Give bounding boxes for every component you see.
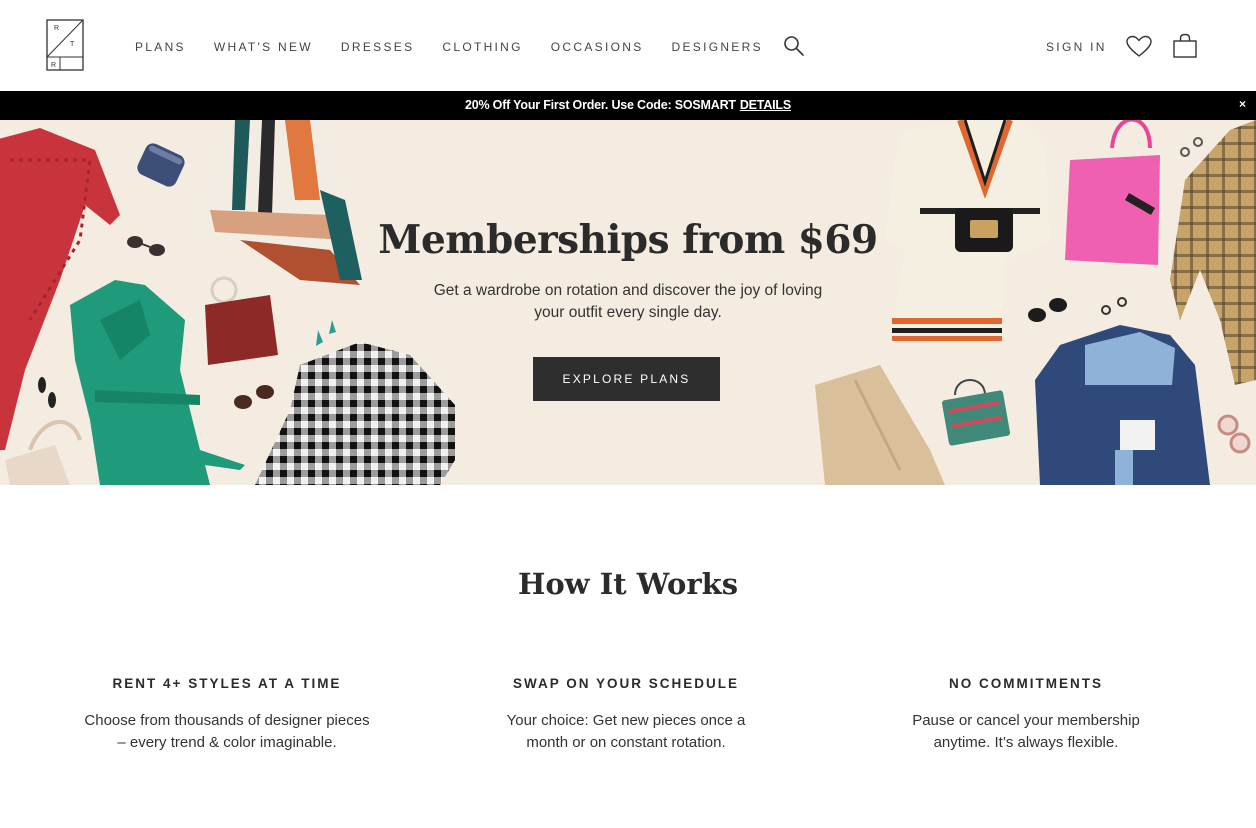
step-description: Your choice: Get new pieces once a month… (506, 712, 746, 751)
logo-letter-r2: R (51, 62, 56, 69)
step-title: NO COMMITMENTS (949, 676, 1103, 691)
logo-letter-r1: R (54, 25, 59, 32)
rtr-logo[interactable]: R T R (46, 19, 84, 71)
explore-plans-button[interactable]: EXPLORE PLANS (533, 357, 720, 401)
logo-letter-t: T (70, 41, 75, 48)
shopping-bag-icon[interactable] (1172, 33, 1198, 59)
nav-plans[interactable]: PLANS (135, 40, 186, 54)
black-earrings (38, 377, 56, 408)
hero-title: Memberships from $69 (378, 217, 878, 263)
nav-occasions[interactable]: OCCASIONS (551, 40, 644, 54)
step-rent: RENT 4+ STYLES AT A TIME Choose from tho… (62, 676, 392, 754)
hero-banner: Memberships from $69 Get a wardrobe on r… (0, 120, 1256, 485)
promo-bar: 20% Off Your First Order. Use Code: SOSM… (0, 91, 1256, 120)
main-nav: PLANS WHAT'S NEW DRESSES CLOTHING OCCASI… (135, 40, 791, 54)
step-title: RENT 4+ STYLES AT A TIME (112, 676, 342, 691)
step-description: Pause or cancel your membership anytime.… (912, 712, 1140, 751)
step-no-commitments: NO COMMITMENTS Pause or cancel your memb… (861, 676, 1191, 754)
red-handbag (205, 276, 278, 365)
gingham-shirt (255, 342, 455, 485)
gold-earrings (1180, 137, 1203, 157)
search-icon[interactable] (783, 35, 805, 57)
close-icon[interactable]: × (1239, 97, 1246, 111)
step-title: SWAP ON YOUR SCHEDULE (512, 676, 740, 691)
promo-message: 20% Off Your First Order. Use Code: SOSM… (0, 98, 1256, 112)
nav-designers[interactable]: DESIGNERS (672, 40, 763, 54)
denim-jacket-dress (1035, 325, 1210, 485)
promo-text: 20% Off Your First Order. Use Code: SOSM… (464, 98, 736, 112)
nav-whats-new[interactable]: WHAT'S NEW (214, 40, 313, 54)
striped-dress (195, 120, 365, 290)
cream-bag (5, 419, 82, 485)
teal-earrings (316, 320, 336, 346)
sunglasses-right (1028, 298, 1067, 322)
nav-dresses[interactable]: DRESSES (341, 40, 414, 54)
heart-icon[interactable] (1126, 35, 1152, 59)
how-it-works-title: How It Works (517, 567, 739, 601)
nav-clothing[interactable]: CLOTHING (442, 40, 522, 54)
promo-details-link[interactable]: DETAILS (740, 98, 791, 112)
hero-subtitle: Get a wardrobe on rotation and discover … (433, 282, 823, 321)
khaki-pants (815, 365, 945, 485)
plaid-mini-bag (941, 379, 1011, 446)
step-swap: SWAP ON YOUR SCHEDULE Your choice: Get n… (461, 676, 791, 754)
hoop-earrings (1101, 297, 1127, 315)
tortoise-sunglasses (234, 385, 274, 409)
sign-in-link[interactable]: SIGN IN (1046, 40, 1107, 54)
site-header: R T R PLANS WHAT'S NEW DRESSES CLOTHING … (0, 0, 1256, 91)
navy-clutch (137, 143, 185, 187)
step-description: Choose from thousands of designer pieces… (84, 712, 370, 751)
round-sunglasses (1217, 414, 1251, 454)
